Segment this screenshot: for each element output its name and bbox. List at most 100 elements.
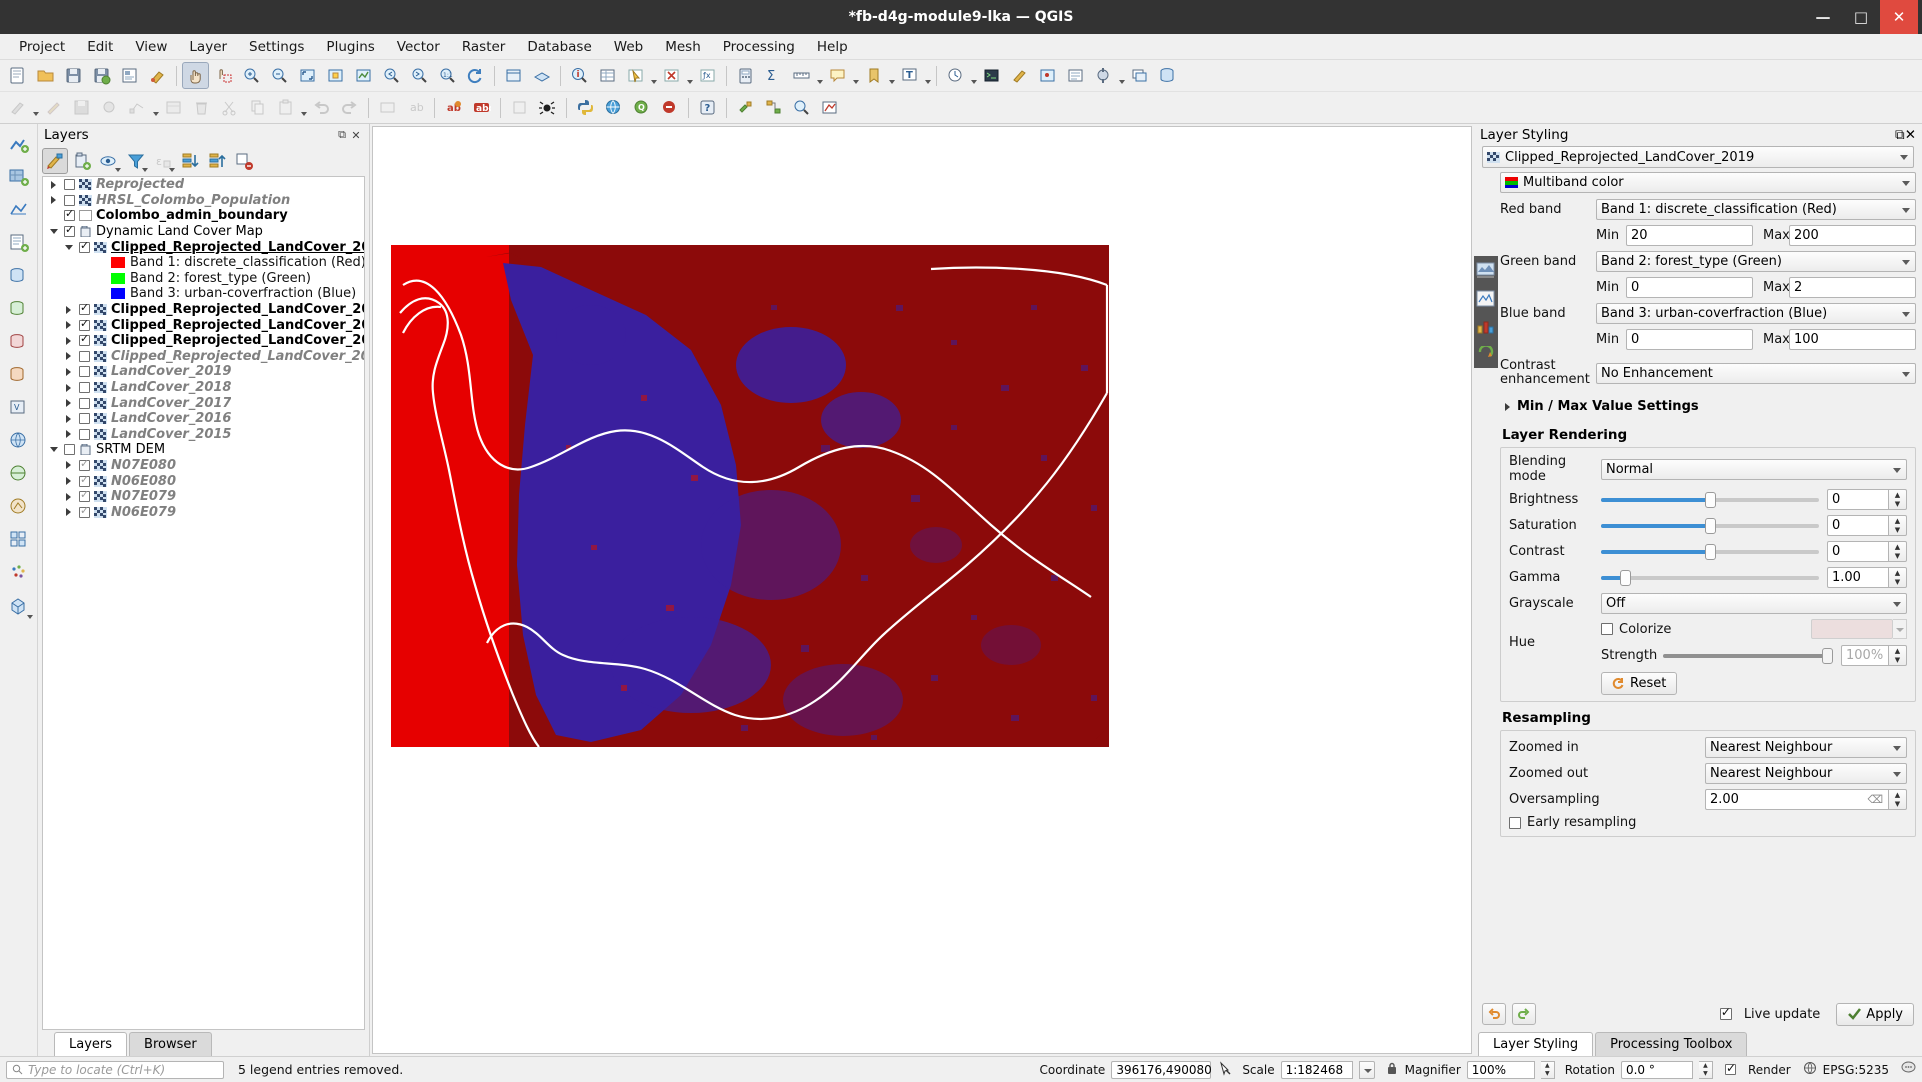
expand-arrow-icon[interactable] [62,428,75,441]
gamma-stepper[interactable]: ▲ ▼ [1889,567,1907,588]
contrast-enhancement-combo[interactable]: No Enhancement [1596,362,1916,384]
add-raster-layer-icon[interactable] [5,163,33,191]
grayscale-combo[interactable]: Off [1601,593,1907,614]
layer-tree-item[interactable]: HRSL_Colombo_Population [43,193,364,209]
undock-panel-icon[interactable]: ⧉ [335,128,349,142]
symbology-tab-icon[interactable] [1474,256,1496,284]
brightness-slider[interactable] [1601,489,1819,510]
deselect-features-icon[interactable] [658,62,685,89]
menu-item-view[interactable]: View [124,36,178,58]
new-bookmark-icon[interactable] [860,62,887,89]
open-layer-styling-panel-icon[interactable] [42,148,68,174]
expand-arrow-icon[interactable] [62,490,75,503]
brightness-stepper[interactable]: ▲ ▼ [1889,489,1907,510]
undock-panel-icon[interactable]: ⧉ [1895,127,1905,143]
add-virtual-layer-icon[interactable]: V [5,394,33,422]
current-edits-icon[interactable] [4,94,31,121]
filter-legend-icon[interactable] [123,148,149,174]
minmax-value-settings-label[interactable]: Min / Max Value Settings [1517,399,1699,414]
results-viewer-icon[interactable] [788,94,815,121]
cut-features-icon[interactable] [216,94,243,121]
transparency-tab-icon[interactable] [1474,284,1496,312]
strength-stepper[interactable]: ▲ ▼ [1889,645,1907,666]
python-console-icon[interactable] [978,62,1005,89]
save-project-icon[interactable] [60,62,87,89]
expand-arrow-icon[interactable] [62,397,75,410]
scale-dropdown[interactable] [1358,1060,1375,1079]
chevron-down-icon[interactable] [1893,602,1901,607]
text-annotation-icon[interactable]: T [896,62,923,89]
chevron-down-icon[interactable] [1893,746,1901,751]
help-contents-icon[interactable]: ? [694,94,721,121]
layer-tree-item[interactable]: LandCover_2018 [43,380,364,396]
collapse-arrow-icon[interactable] [47,443,60,456]
expand-arrow-icon[interactable] [62,506,75,519]
expand-arrow-icon[interactable] [62,412,75,425]
open-field-calculator-icon[interactable] [732,62,759,89]
saturation-value[interactable]: 0 [1827,515,1889,536]
undo-style-icon[interactable] [1482,1003,1506,1025]
map-canvas[interactable] [372,126,1472,1054]
layer-visibility-checkbox[interactable] [79,488,90,503]
layer-visibility-checkbox[interactable] [64,444,75,456]
crs-label[interactable]: EPSG:5235 [1823,1063,1889,1077]
band-max-input[interactable]: 2 [1789,277,1916,298]
menu-item-edit[interactable]: Edit [76,36,124,58]
zoom-last-icon[interactable] [378,62,405,89]
zoom-in-icon[interactable] [238,62,265,89]
add-group-icon[interactable] [69,148,95,174]
layer-visibility-checkbox[interactable] [79,397,90,409]
layer-visibility-checkbox[interactable] [79,413,90,425]
contrast-slider[interactable] [1601,541,1819,562]
metasearch-icon[interactable]: Q [628,94,655,121]
rotation-value[interactable]: 0.0 ° [1620,1060,1693,1079]
plugins-icon[interactable] [1090,62,1117,89]
add-spatialite-layer-icon[interactable] [5,295,33,323]
layers-tree[interactable]: ReprojectedHRSL_Colombo_PopulationColomb… [42,176,365,1030]
expand-arrow-icon[interactable] [62,319,75,332]
tab-processing-toolbox[interactable]: Processing Toolbox [1595,1032,1748,1056]
menu-item-settings[interactable]: Settings [238,36,315,58]
edit-icon[interactable] [1006,62,1033,89]
spider-icon[interactable] [534,94,561,121]
strength-slider[interactable] [1663,645,1833,666]
collapse-all-icon[interactable] [204,148,230,174]
add-vector-layer-icon[interactable] [5,130,33,158]
close-panel-icon[interactable]: ✕ [1905,127,1916,143]
paste-features-icon[interactable] [272,94,299,121]
chevron-down-icon[interactable] [1893,467,1901,473]
stop-icon[interactable] [656,94,683,121]
tab-browser[interactable]: Browser [129,1032,212,1056]
colorize-color-button[interactable] [1811,619,1893,639]
expand-arrow-icon[interactable] [47,178,60,191]
layer-tree-item[interactable]: Dynamic Land Cover Map [43,223,364,240]
crs-icon[interactable] [1803,1061,1817,1078]
band-min-input[interactable]: 20 [1626,225,1753,246]
gamma-value[interactable]: 1.00 [1827,567,1889,588]
redo-icon[interactable] [336,94,363,121]
delete-selected-icon[interactable] [188,94,215,121]
chevron-down-icon[interactable] [970,62,977,89]
layer-tree-item[interactable]: Reprojected [43,177,364,193]
oversampling-stepper[interactable]: ▲ ▼ [1889,789,1907,810]
layer-visibility-checkbox[interactable] [79,473,90,487]
oversampling-value[interactable]: 2.00 ⌫ [1705,789,1889,810]
processing-toolbox-icon[interactable] [732,94,759,121]
magnifier-stepper[interactable]: ▲ ▼ [1540,1060,1555,1079]
locator-search-input[interactable]: Type to locate (Ctrl+K) [6,1060,224,1079]
select-by-expression-icon[interactable]: ƒx [694,62,721,89]
layer-tree-item[interactable]: N06E079 [43,504,364,520]
band-combo[interactable]: Band 1: discrete_classification (Red) [1596,199,1916,220]
map-tips-icon[interactable] [824,62,851,89]
add-mesh-layer-icon[interactable] [5,196,33,224]
chevron-down-icon[interactable] [1902,312,1910,317]
menu-item-layer[interactable]: Layer [178,36,238,58]
layer-tree-item[interactable]: LandCover_2015 [43,427,364,443]
chevron-down-icon[interactable] [924,62,931,89]
layer-visibility-checkbox[interactable] [64,194,75,206]
chevron-down-icon[interactable] [152,94,159,121]
pin-labels-icon[interactable] [374,94,401,121]
layer-tree-item[interactable]: SRTM DEM [43,442,364,458]
gamma-slider[interactable] [1601,567,1819,588]
web-browser-icon[interactable] [600,94,627,121]
